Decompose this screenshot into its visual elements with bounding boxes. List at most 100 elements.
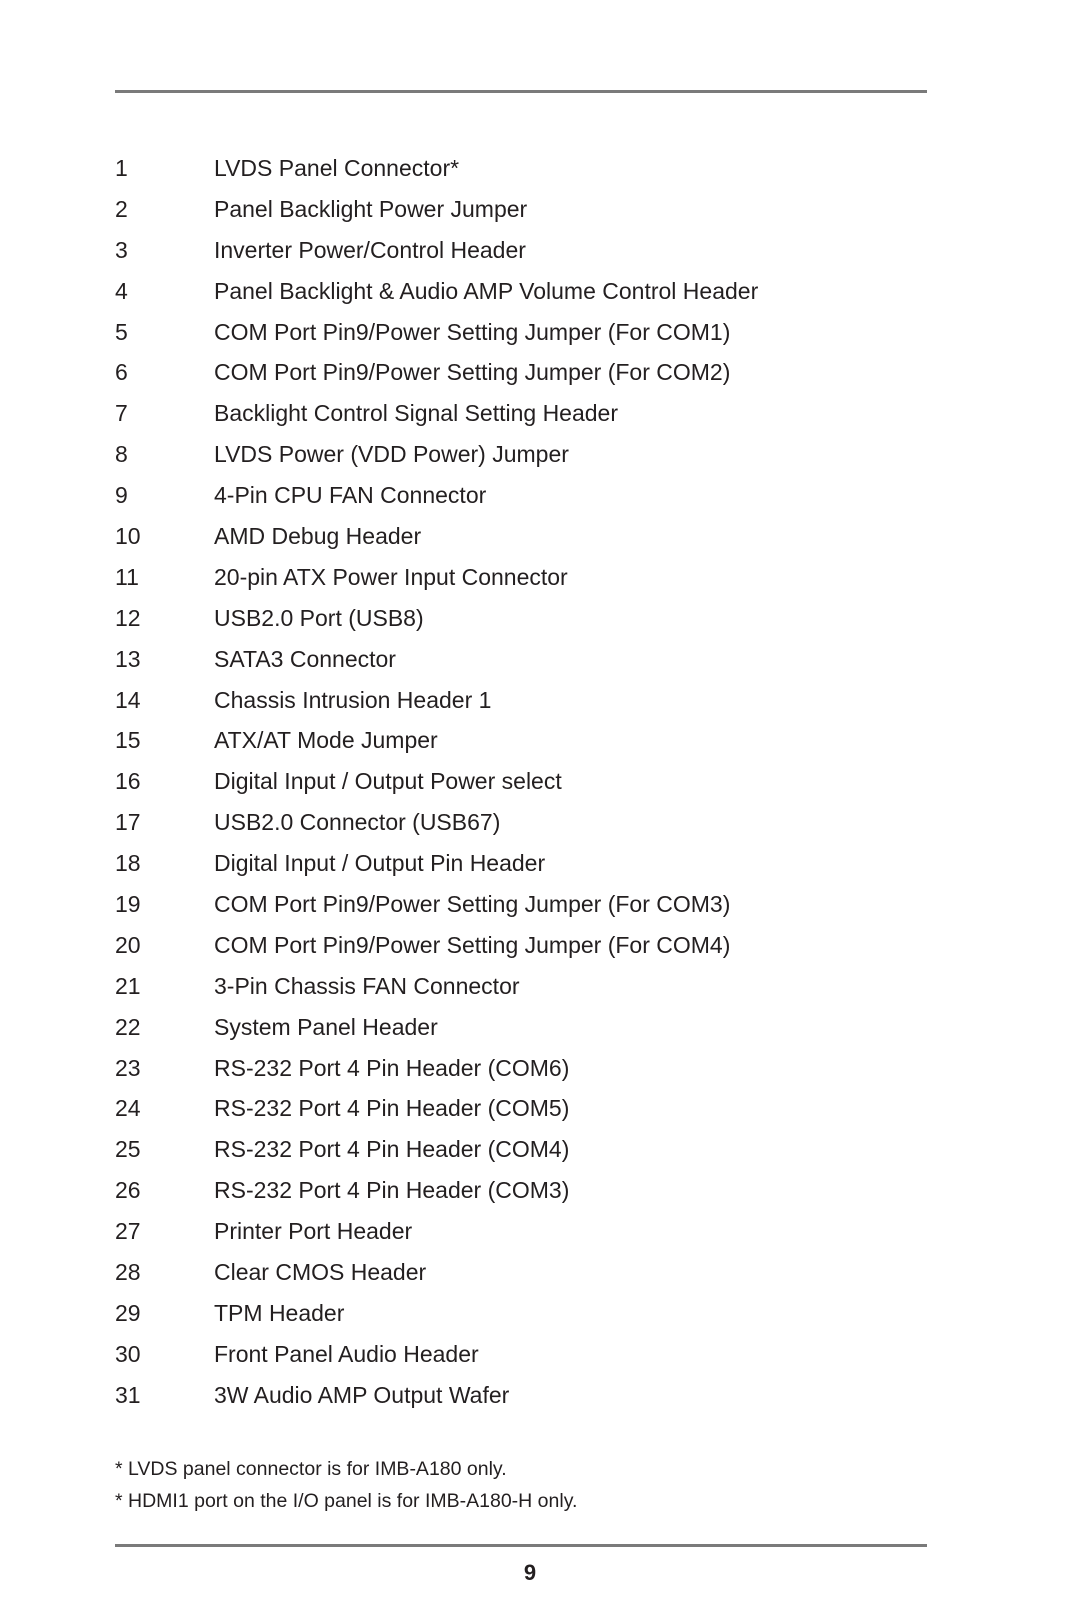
list-item: 6 COM Port Pin9/Power Setting Jumper (For… <box>115 352 758 393</box>
item-number: 2 <box>115 195 128 222</box>
footnote: * LVDS panel connector is for IMB-A180 o… <box>115 1458 507 1480</box>
item-label: Chassis Intrusion Header 1 <box>214 686 492 713</box>
item-label: 4-Pin CPU FAN Connector <box>214 482 487 509</box>
list-item: 3 Inverter Power/Control Header <box>115 230 758 271</box>
item-label: COM Port Pin9/Power Setting Jumper (For … <box>214 318 731 345</box>
list-item: 30 Front Panel Audio Header <box>115 1334 758 1375</box>
item-number: 19 <box>115 890 141 917</box>
item-number: 3 <box>115 236 128 263</box>
item-number: 25 <box>115 1136 141 1163</box>
item-number: 24 <box>115 1095 141 1122</box>
item-label: COM Port Pin9/Power Setting Jumper (For … <box>214 359 731 386</box>
item-label: Digital Input / Output Power select <box>214 768 562 795</box>
item-number: 13 <box>115 645 141 672</box>
item-label: COM Port Pin9/Power Setting Jumper (For … <box>214 890 731 917</box>
list-item: 2 Panel Backlight Power Jumper <box>115 189 758 230</box>
item-label: SATA3 Connector <box>214 645 396 672</box>
item-number: 22 <box>115 1013 141 1040</box>
list-item: 17 USB2.0 Connector (USB67) <box>115 802 758 843</box>
list-item: 27 Printer Port Header <box>115 1211 758 1252</box>
item-number: 14 <box>115 686 141 713</box>
item-number: 31 <box>115 1381 141 1408</box>
item-number: 18 <box>115 850 141 877</box>
list-item: 29 TPM Header <box>115 1293 758 1334</box>
item-number: 11 <box>115 563 139 590</box>
list-item: 31 3W Audio AMP Output Wafer <box>115 1375 758 1416</box>
footnote: * HDMI1 port on the I/O panel is for IMB… <box>115 1490 578 1512</box>
item-label: Panel Backlight Power Jumper <box>214 195 528 222</box>
item-label: RS-232 Port 4 Pin Header (COM5) <box>214 1095 570 1122</box>
list-item: 12 USB2.0 Port (USB8) <box>115 598 758 639</box>
list-item: 1 LVDS Panel Connector* <box>115 148 758 189</box>
list-item: 16 Digital Input / Output Power select <box>115 761 758 802</box>
item-label: Panel Backlight & Audio AMP Volume Contr… <box>214 277 759 304</box>
list-item: 14 Chassis Intrusion Header 1 <box>115 680 758 721</box>
item-label: 3-Pin Chassis FAN Connector <box>214 972 520 999</box>
list-item: 13 SATA3 Connector <box>115 639 758 680</box>
item-label: Backlight Control Signal Setting Header <box>214 400 619 427</box>
item-label: Clear CMOS Header <box>214 1258 427 1285</box>
item-label: USB2.0 Port (USB8) <box>214 604 424 631</box>
item-number: 9 <box>115 482 128 509</box>
item-label: System Panel Header <box>214 1013 438 1040</box>
item-number: 27 <box>115 1218 141 1245</box>
item-label: Inverter Power/Control Header <box>214 236 526 263</box>
list-item: 20 COM Port Pin9/Power Setting Jumper (Fo… <box>115 925 758 966</box>
item-number: 6 <box>115 359 128 386</box>
list-item: 22 System Panel Header <box>115 1007 758 1048</box>
list-item: 23 RS-232 Port 4 Pin Header (COM6) <box>115 1048 758 1089</box>
item-label: RS-232 Port 4 Pin Header (COM4) <box>214 1136 570 1163</box>
top-rule <box>115 90 927 93</box>
list-item: 19 COM Port Pin9/Power Setting Jumper (Fo… <box>115 884 758 925</box>
item-number: 8 <box>115 441 128 468</box>
item-number: 1 <box>115 154 128 181</box>
item-label: LVDS Power (VDD Power) Jumper <box>214 441 569 468</box>
item-label: AMD Debug Header <box>214 522 422 549</box>
list-item: 15 ATX/AT Mode Jumper <box>115 720 758 761</box>
item-number: 26 <box>115 1177 141 1204</box>
item-number: 20 <box>115 931 141 958</box>
list-item: 7 Backlight Control Signal Setting Header <box>115 393 758 434</box>
list-item: 26 RS-232 Port 4 Pin Header (COM3) <box>115 1170 758 1211</box>
item-number: 23 <box>115 1054 141 1081</box>
item-number: 30 <box>115 1340 141 1367</box>
item-label: RS-232 Port 4 Pin Header (COM3) <box>214 1177 570 1204</box>
item-label: LVDS Panel Connector* <box>214 154 460 181</box>
item-label: RS-232 Port 4 Pin Header (COM6) <box>214 1054 570 1081</box>
item-label: TPM Header <box>214 1299 345 1326</box>
item-number: 16 <box>115 768 141 795</box>
list-item: 25 RS-232 Port 4 Pin Header (COM4) <box>115 1129 758 1170</box>
item-label: 3W Audio AMP Output Wafer <box>214 1381 510 1408</box>
item-label: ATX/AT Mode Jumper <box>214 727 438 754</box>
list-item: 21 3-Pin Chassis FAN Connector <box>115 966 758 1007</box>
item-label: USB2.0 Connector (USB67) <box>214 809 501 836</box>
item-label: Front Panel Audio Header <box>214 1340 479 1367</box>
item-number: 5 <box>115 318 128 345</box>
item-number: 28 <box>115 1258 141 1285</box>
item-label: Printer Port Header <box>214 1218 413 1245</box>
item-number: 15 <box>115 727 141 754</box>
bottom-rule <box>115 1544 927 1547</box>
list-item: 24 RS-232 Port 4 Pin Header (COM5) <box>115 1088 758 1129</box>
page-number: 9 <box>523 1560 537 1585</box>
item-label: Digital Input / Output Pin Header <box>214 850 546 877</box>
list-item: 28 Clear CMOS Header <box>115 1252 758 1293</box>
list-item: 11 20-pin ATX Power Input Connector <box>115 557 758 598</box>
list-item: 18 Digital Input / Output Pin Header <box>115 843 758 884</box>
item-label: COM Port Pin9/Power Setting Jumper (For … <box>214 931 731 958</box>
item-number: 4 <box>115 277 128 304</box>
item-number: 7 <box>115 400 128 427</box>
list-item: 4 Panel Backlight & Audio AMP Volume Cont… <box>115 271 758 312</box>
item-label: 20-pin ATX Power Input Connector <box>214 563 568 590</box>
list-item: 10 AMD Debug Header <box>115 516 758 557</box>
item-number: 12 <box>115 604 141 631</box>
item-number: 29 <box>115 1299 141 1326</box>
list-item: 8 LVDS Power (VDD Power) Jumper <box>115 434 758 475</box>
item-number: 17 <box>115 809 141 836</box>
list-item: 5 COM Port Pin9/Power Setting Jumper (For… <box>115 312 758 353</box>
component-list: 1 LVDS Panel Connector* 2 Panel Backlight P… <box>115 148 758 1416</box>
item-number: 21 <box>115 972 141 999</box>
footnotes: * LVDS panel connector is for IMB-A180 o… <box>115 1453 577 1517</box>
list-item: 9 4-Pin CPU FAN Connector <box>115 475 758 516</box>
item-number: 10 <box>115 522 141 549</box>
